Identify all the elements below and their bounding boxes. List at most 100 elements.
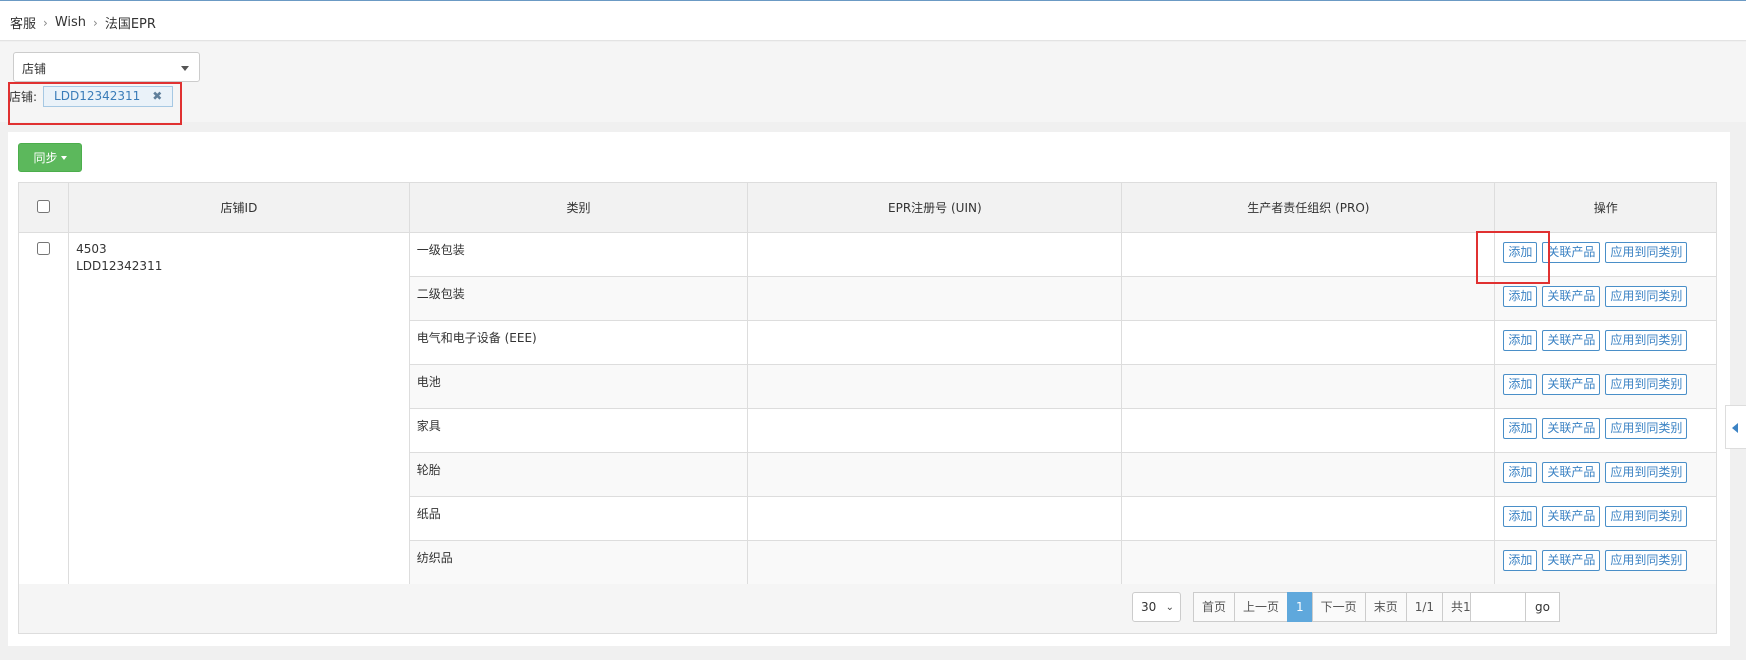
link-products-button[interactable]: 关联产品 [1542,242,1601,263]
add-button[interactable]: 添加 [1503,330,1538,351]
pro-cell [1121,540,1496,585]
sync-button[interactable]: 同步 [18,143,82,172]
epr-table: 店铺ID 类别 EPR注册号 (UIN) 生产者责任组织 (PRO) 操作 45… [17,182,1717,585]
sync-button-label: 同步 [33,151,58,165]
uin-cell [747,496,1123,541]
top-bar: 客服 › Wish › 法国EPR [0,0,1746,41]
link-products-button[interactable]: 关联产品 [1542,374,1601,395]
table-header-row: 店铺ID 类别 EPR注册号 (UIN) 生产者责任组织 (PRO) 操作 [17,182,1717,233]
caret-down-icon [181,66,189,71]
filter-area: 店铺 店铺: LDD12342311 ✖ [0,42,1746,122]
select-all-checkbox[interactable] [37,199,51,213]
link-products-button[interactable]: 关联产品 [1542,550,1601,571]
uin-cell [747,540,1123,585]
apply-same-category-button[interactable]: 应用到同类别 [1605,418,1688,439]
actions-cell: 添加 关联产品 应用到同类别 [1494,452,1717,497]
breadcrumb-item-service[interactable]: 客服 [10,13,36,32]
table-footer: 30 ⌄ 首页 上一页 1 下一页 末页 1/1 共1条 go [18,584,1717,634]
highlight-box-add [1476,231,1550,284]
apply-same-category-button[interactable]: 应用到同类别 [1605,330,1688,351]
pro-cell [1121,496,1496,541]
breadcrumb: 客服 › Wish › 法国EPR [10,13,156,32]
actions-cell: 添加 关联产品 应用到同类别 [1494,408,1717,453]
uin-cell [747,452,1123,497]
link-products-button[interactable]: 关联产品 [1542,462,1601,483]
breadcrumb-item-epr: 法国EPR [104,17,156,32]
uin-cell [747,232,1123,277]
category-cell: 一级包装 [408,232,749,277]
apply-same-category-button[interactable]: 应用到同类别 [1605,550,1688,571]
side-panel-toggle[interactable] [1725,405,1746,449]
highlight-box-filter [8,82,182,125]
header-uin: EPR注册号 (UIN) [747,182,1123,233]
breadcrumb-item-wish[interactable]: Wish [55,15,86,30]
apply-same-category-button[interactable]: 应用到同类别 [1605,506,1688,527]
category-cell: 二级包装 [408,276,749,321]
row-checkbox-cell [17,232,70,585]
chevron-down-icon: ⌄ [1165,602,1174,613]
header-actions: 操作 [1494,182,1717,233]
prev-page-button[interactable]: 上一页 [1234,592,1289,622]
apply-same-category-button[interactable]: 应用到同类别 [1605,286,1688,307]
header-category: 类别 [408,182,749,233]
uin-cell [747,408,1123,453]
pro-cell [1121,408,1496,453]
row-checkbox[interactable] [37,242,51,255]
link-products-button[interactable]: 关联产品 [1542,418,1601,439]
pro-cell [1121,452,1496,497]
pagination: 首页 上一页 1 下一页 末页 1/1 共1条 [1193,592,1492,622]
pro-cell [1121,364,1496,409]
last-page-button[interactable]: 末页 [1364,592,1407,622]
shop-select-value: 店铺 [22,62,47,76]
category-cell: 家具 [408,408,749,453]
add-button[interactable]: 添加 [1503,286,1538,307]
actions-cell: 添加 关联产品 应用到同类别 [1494,320,1717,365]
shop-id-cell: 4503 LDD12342311 [68,232,410,585]
next-page-button[interactable]: 下一页 [1311,592,1366,622]
add-button[interactable]: 添加 [1503,550,1538,571]
pro-cell [1121,320,1496,365]
goto-page-input[interactable] [1470,592,1526,622]
main-panel: 同步 店铺ID 类别 EPR注册号 (UIN) 生产者责任组织 (PRO) 操作… [8,132,1730,646]
shop-id: 4503 [76,242,107,256]
uin-cell [747,276,1123,321]
current-page-button[interactable]: 1 [1287,592,1313,622]
apply-same-category-button[interactable]: 应用到同类别 [1605,242,1688,263]
category-cell: 纸品 [408,496,749,541]
category-cell: 纺织品 [408,540,749,585]
link-products-button[interactable]: 关联产品 [1542,506,1601,527]
category-cell: 电气和电子设备 (EEE) [408,320,749,365]
shop-select[interactable]: 店铺 [13,52,200,82]
page-size-select[interactable]: 30 ⌄ [1132,592,1181,622]
link-products-button[interactable]: 关联产品 [1542,330,1601,351]
actions-cell: 添加 关联产品 应用到同类别 [1494,496,1717,541]
header-pro: 生产者责任组织 (PRO) [1121,182,1496,233]
actions-cell: 添加 关联产品 应用到同类别 [1494,540,1717,585]
caret-down-icon [60,155,67,160]
category-cell: 电池 [408,364,749,409]
page-size-value: 30 [1141,600,1157,614]
chevron-right-icon: › [93,15,98,30]
first-page-button[interactable]: 首页 [1193,592,1236,622]
apply-same-category-button[interactable]: 应用到同类别 [1605,374,1688,395]
header-checkbox-cell [17,182,70,233]
add-button[interactable]: 添加 [1503,374,1538,395]
uin-cell [747,364,1123,409]
go-button[interactable]: go [1525,592,1560,622]
caret-left-icon [1732,423,1738,433]
uin-cell [747,320,1123,365]
apply-same-category-button[interactable]: 应用到同类别 [1605,462,1688,483]
table-row: 4503 LDD12342311 一级包装 添加 关联产品 应用到同类别 [17,232,1717,585]
chevron-right-icon: › [43,15,48,30]
link-products-button[interactable]: 关联产品 [1542,286,1601,307]
page-info: 1/1 [1405,592,1444,622]
pro-cell [1121,276,1496,321]
add-button[interactable]: 添加 [1503,506,1538,527]
header-shop-id: 店铺ID [68,182,410,233]
category-cell: 轮胎 [408,452,749,497]
add-button[interactable]: 添加 [1503,462,1538,483]
goto-page: go [1470,592,1560,622]
actions-cell: 添加 关联产品 应用到同类别 [1494,364,1717,409]
pro-cell [1121,232,1496,277]
add-button[interactable]: 添加 [1503,418,1538,439]
